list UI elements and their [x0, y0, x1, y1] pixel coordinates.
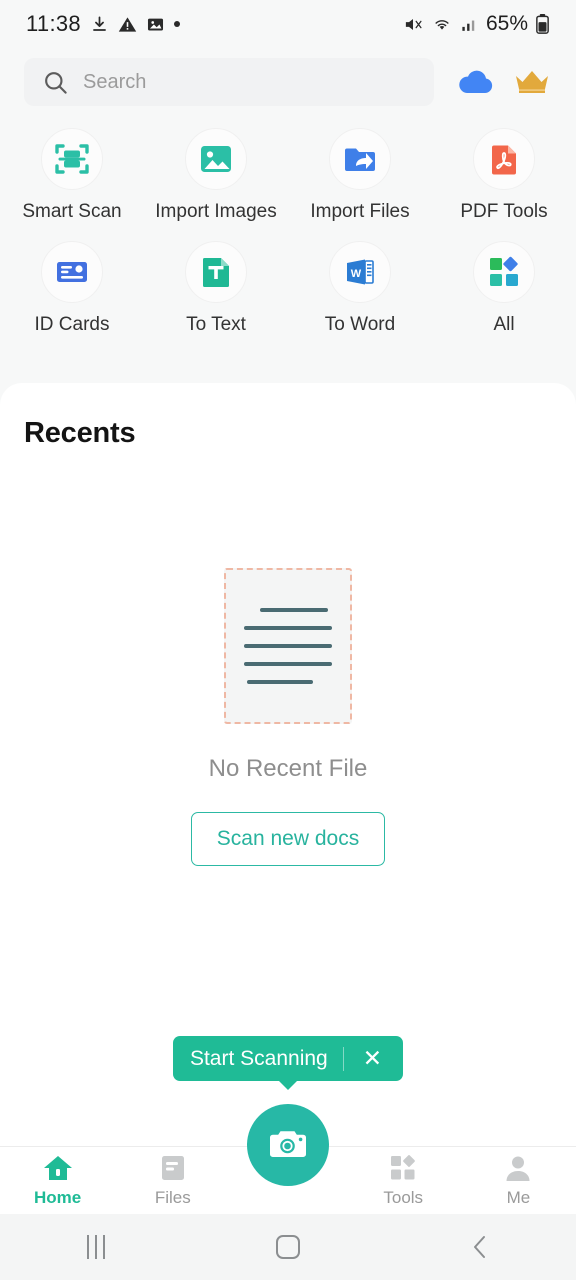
mute-icon	[405, 18, 422, 30]
shortcut-icon-wrap	[473, 128, 535, 190]
tools-icon	[391, 1154, 416, 1179]
shortcut-grid: Smart Scan Import Images Import Files PD…	[0, 128, 576, 336]
phone-screen: 11:38 65% Search Smart Scan Import Image…	[0, 0, 576, 1280]
nav-item-files[interactable]: Files	[115, 1154, 230, 1208]
page-title: Recents	[24, 417, 136, 449]
nav-item-me[interactable]: Me	[461, 1154, 576, 1208]
start-scanning-tooltip: Start Scanning ✕	[0, 1036, 576, 1090]
signal-icon	[462, 20, 475, 31]
download-complete-icon	[93, 16, 106, 31]
home-icon	[43, 1155, 72, 1180]
search-placeholder: Search	[83, 70, 147, 93]
crown-icon[interactable]	[512, 67, 552, 97]
status-time: 11:38	[26, 11, 81, 36]
shortcut-label: Import Images	[155, 201, 277, 222]
shortcut-pdf-tools[interactable]: PDF Tools	[432, 128, 576, 223]
status-bar: 11:38 65%	[0, 0, 576, 48]
image-icon	[147, 18, 163, 30]
tooltip-divider	[342, 1046, 344, 1071]
status-bar-right: 65%	[402, 12, 550, 36]
shortcut-icon-wrap	[185, 128, 247, 190]
shortcut-icon-wrap: W	[329, 241, 391, 303]
nav-label: Tools	[383, 1187, 424, 1207]
shortcut-to-word[interactable]: W To Word	[288, 241, 432, 336]
battery-icon	[536, 14, 549, 34]
shortcut-icon-wrap	[329, 128, 391, 190]
shortcut-icon-wrap	[185, 241, 247, 303]
scan-new-docs-button[interactable]: Scan new docs	[191, 812, 385, 866]
svg-text:W: W	[351, 268, 362, 280]
camera-button[interactable]	[247, 1104, 329, 1186]
to-word-icon: W	[347, 259, 374, 285]
shortcut-label: To Text	[186, 314, 246, 335]
shortcut-label: Import Files	[310, 201, 410, 222]
shortcut-label: PDF Tools	[460, 201, 548, 222]
home-square-icon[interactable]	[192, 1235, 384, 1259]
person-icon	[506, 1156, 530, 1181]
doc-line	[244, 662, 332, 666]
search-row: Search	[0, 58, 576, 106]
nav-item-tools[interactable]: Tools	[346, 1154, 461, 1208]
doc-line	[247, 680, 313, 684]
shortcut-label: All	[493, 314, 515, 335]
recent-apps-icon[interactable]	[0, 1235, 192, 1259]
android-navigation-bar	[0, 1214, 576, 1280]
shortcut-label: ID Cards	[34, 314, 110, 335]
shortcut-label: Smart Scan	[22, 201, 122, 222]
top-actions	[456, 67, 552, 97]
nav-item-home[interactable]: Home	[0, 1154, 115, 1208]
doc-line	[244, 644, 332, 648]
shortcut-import-images[interactable]: Import Images	[144, 128, 288, 223]
pdf-tools-icon	[492, 145, 516, 175]
dot-icon	[173, 21, 180, 27]
smart-scan-icon	[55, 144, 89, 174]
import-files-icon	[345, 148, 375, 171]
doc-line	[244, 626, 332, 630]
import-images-icon	[201, 146, 231, 172]
shortcut-to-text[interactable]: To Text	[144, 241, 288, 336]
shortcut-smart-scan[interactable]: Smart Scan	[0, 128, 144, 223]
nav-label: Me	[506, 1187, 531, 1207]
battery-percent: 65%	[485, 12, 528, 35]
camera-icon	[270, 1131, 306, 1157]
shortcut-icon-wrap	[41, 128, 103, 190]
shortcut-label: To Word	[324, 314, 396, 335]
back-chevron-icon[interactable]	[384, 1234, 576, 1260]
nav-label: Files	[154, 1187, 191, 1207]
shortcut-all[interactable]: All	[432, 241, 576, 336]
shortcut-import-files[interactable]: Import Files	[288, 128, 432, 223]
tooltip-body: Start Scanning ✕	[172, 1036, 404, 1090]
shortcut-icon-wrap	[41, 241, 103, 303]
close-icon[interactable]: ✕	[359, 1047, 386, 1070]
empty-document-icon	[224, 568, 352, 724]
shortcut-id-cards[interactable]: ID Cards	[0, 241, 144, 336]
nav-label: Home	[33, 1187, 82, 1207]
doc-line	[260, 608, 328, 612]
warning-triangle-icon	[118, 16, 137, 32]
empty-state-text: No Recent File	[208, 755, 368, 782]
wifi-icon	[435, 19, 449, 30]
to-text-icon	[203, 258, 229, 287]
empty-state: No Recent File Scan new docs	[0, 568, 576, 866]
all-tools-icon	[490, 256, 518, 286]
cloud-icon[interactable]	[456, 67, 496, 97]
recents-card: Recents No Recent File Scan new docs	[0, 383, 576, 1146]
tooltip-text: Start Scanning	[189, 1046, 328, 1070]
shortcut-icon-wrap	[473, 241, 535, 303]
files-icon	[161, 1155, 184, 1180]
search-input[interactable]: Search	[24, 58, 434, 106]
status-bar-left: 11:38	[26, 11, 180, 37]
search-icon	[45, 71, 67, 94]
id-cards-icon	[57, 262, 87, 282]
